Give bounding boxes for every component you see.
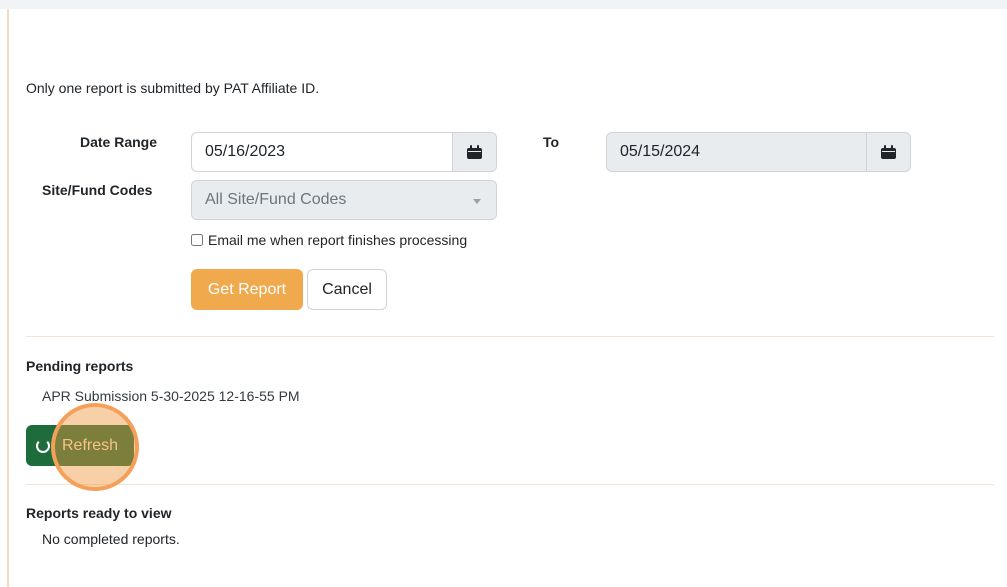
get-report-button[interactable]: Get Report [191, 269, 303, 310]
refresh-button[interactable]: Refresh [26, 425, 134, 466]
pending-reports-title: Pending reports [26, 358, 134, 374]
refresh-button-label: Refresh [62, 436, 119, 454]
email-notify-label: Email me when report finishes processing [208, 232, 468, 248]
from-date-input[interactable]: 05/16/2023 [191, 132, 452, 172]
to-date-input[interactable]: 05/15/2024 [606, 132, 866, 172]
from-date-group: 05/16/2023 [191, 132, 497, 172]
submission-note: Only one report is submitted by PAT Affi… [26, 80, 320, 96]
to-label: To [543, 134, 560, 150]
email-notify-option[interactable]: Email me when report finishes processing [191, 232, 467, 248]
to-date-picker-button[interactable] [866, 132, 911, 172]
email-notify-checkbox[interactable] [191, 234, 203, 246]
site-fund-label: Site/Fund Codes [42, 182, 153, 198]
chevron-down-icon [473, 199, 481, 204]
left-border [7, 9, 9, 587]
divider [26, 336, 994, 337]
calendar-icon [881, 145, 896, 159]
site-fund-select[interactable]: All Site/Fund Codes [191, 180, 497, 220]
ready-reports-title: Reports ready to view [26, 505, 172, 521]
refresh-icon [36, 438, 50, 453]
no-reports-message: No completed reports. [42, 531, 180, 547]
pending-report-item: APR Submission 5-30-2025 12-16-55 PM [42, 388, 300, 404]
divider [26, 484, 994, 485]
from-date-picker-button[interactable] [452, 132, 497, 172]
top-strip [0, 0, 1007, 9]
site-fund-select-value: All Site/Fund Codes [205, 191, 347, 208]
cancel-button[interactable]: Cancel [307, 269, 387, 310]
to-date-group: 05/15/2024 [606, 132, 911, 172]
date-range-label: Date Range [80, 134, 158, 150]
calendar-icon [467, 145, 482, 159]
